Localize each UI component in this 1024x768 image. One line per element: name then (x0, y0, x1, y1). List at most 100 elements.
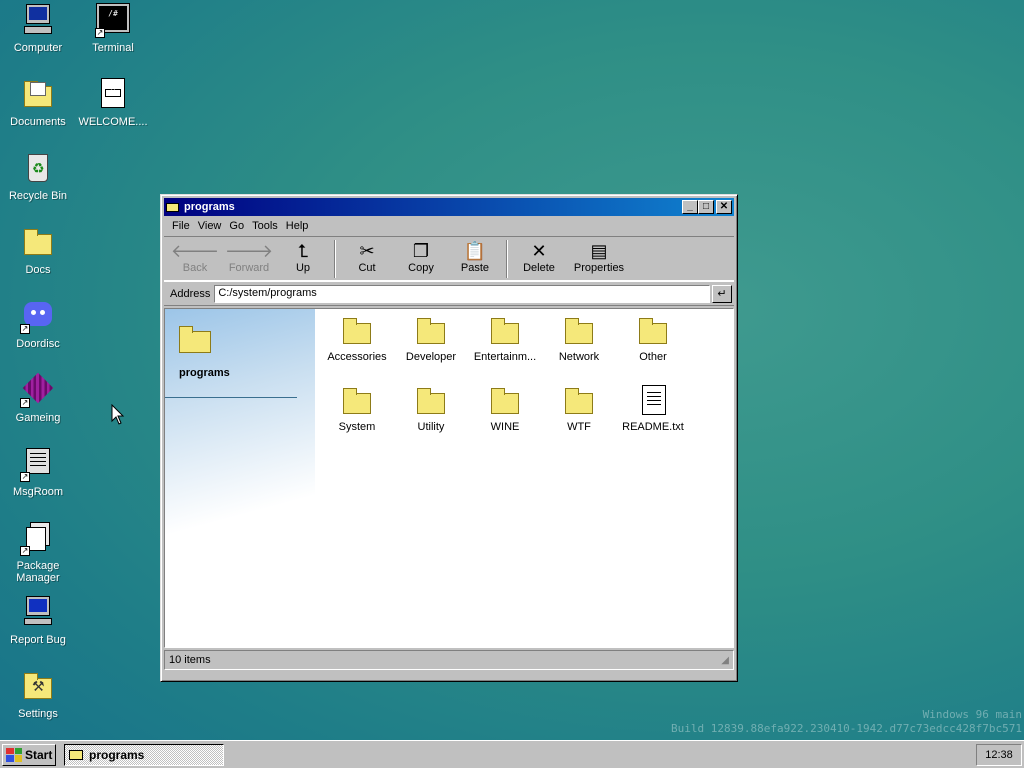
desktop-icon-msgroom[interactable]: ↗ MsgRoom (0, 448, 76, 498)
clock[interactable]: 12:38 (976, 743, 1022, 766)
divider (165, 397, 297, 398)
package-icon: ↗ (20, 522, 54, 556)
task-label: programs (89, 747, 145, 762)
taskbar-window-button[interactable]: programs (64, 743, 224, 766)
arrow-left-icon: 🡐 (170, 241, 220, 261)
folder-up-icon: ⮤ (297, 241, 309, 261)
toolbar-separator (506, 240, 508, 278)
folder-icon (415, 385, 447, 415)
taskbar: Start programs 12:38 (0, 740, 1024, 768)
folder-item[interactable]: Entertainm... (468, 315, 542, 363)
start-label: Start (25, 747, 53, 762)
terminal-icon: /# ↗ (95, 3, 130, 38)
address-input[interactable]: C:/system/programs (214, 284, 710, 303)
window-title: programs (184, 201, 235, 213)
minimize-button[interactable]: _ (682, 200, 698, 214)
folder-info-panel: programs (165, 309, 315, 647)
folder-icon (22, 226, 54, 258)
desktop-icon-package-manager[interactable]: ↗ Package Manager (0, 522, 76, 584)
desktop-icon-gameing[interactable]: ↗ Gameing (0, 372, 76, 424)
folder-icon (341, 385, 373, 415)
desktop-icon-label: Package Manager (16, 560, 60, 584)
desktop-icon-label: Computer (13, 42, 63, 54)
menu-go[interactable]: Go (225, 220, 248, 232)
paste-icon: 📋 (463, 241, 487, 261)
settings-icon: ⚒ (22, 670, 54, 702)
mouse-cursor-icon (111, 404, 125, 425)
file-view[interactable]: programs Accessories Developer Entertain… (164, 308, 734, 648)
folder-icon (563, 385, 595, 415)
documents-folder-icon (22, 78, 54, 110)
window-titlebar[interactable]: programs _ □ ✕ (164, 198, 734, 216)
folder-item[interactable]: WTF (542, 385, 616, 433)
delete-button[interactable]: ✕ Delete (512, 240, 566, 274)
desktop-icon-terminal[interactable]: /# ↗ Terminal (75, 3, 151, 54)
properties-button[interactable]: ▤ Properties (566, 240, 632, 274)
desktop-icon-documents[interactable]: Documents (0, 78, 76, 128)
desktop-icon-label: Report Bug (10, 634, 66, 646)
cut-button[interactable]: ✂ Cut (340, 240, 394, 274)
doordisc-icon: ↗ (20, 300, 54, 334)
desktop-icon-recycle-bin[interactable]: ♻ Recycle Bin (0, 152, 76, 202)
menu-help[interactable]: Help (282, 220, 313, 232)
scissors-icon: ✂ (359, 241, 375, 261)
desktop-icon-doordisc[interactable]: ↗ Doordisc (0, 300, 76, 350)
folder-icon (69, 749, 85, 761)
file-label: Utility (417, 421, 445, 433)
desktop-icon-welcome[interactable]: M WELCOME.... (75, 78, 151, 128)
back-button[interactable]: 🡐 Back (168, 240, 222, 274)
desktop-icon-docs[interactable]: Docs (0, 226, 76, 276)
explorer-window[interactable]: programs _ □ ✕ File View Go Tools Help 🡐… (160, 194, 738, 682)
desktop-icon-report-bug[interactable]: Report Bug (0, 596, 76, 646)
file-label: Other (639, 351, 667, 363)
folder-item[interactable]: Accessories (320, 315, 394, 363)
menu-tools[interactable]: Tools (248, 220, 282, 232)
folder-icon (489, 385, 521, 415)
copy-button[interactable]: ❐ Copy (394, 240, 448, 274)
copy-icon: ❐ (412, 241, 430, 261)
file-item[interactable]: README.txt (616, 385, 690, 433)
folder-item[interactable]: Other (616, 315, 690, 363)
desktop-icon-settings[interactable]: ⚒ Settings (0, 670, 76, 720)
file-label: Network (558, 351, 600, 363)
desktop-icon-label: WELCOME.... (78, 116, 148, 128)
file-label: System (338, 421, 376, 433)
desktop-icon-label: Doordisc (16, 338, 60, 350)
menu-file[interactable]: File (168, 220, 194, 232)
file-label: WTF (567, 421, 591, 433)
menu-bar: File View Go Tools Help (164, 216, 734, 236)
file-label: README.txt (622, 421, 684, 433)
start-button[interactable]: Start (2, 743, 56, 766)
properties-icon: ▤ (590, 241, 608, 261)
chat-icon: ↗ (20, 448, 54, 482)
desktop-icon-label: Gameing (15, 412, 61, 424)
markdown-file-icon: M (97, 78, 129, 110)
menu-view[interactable]: View (194, 220, 226, 232)
up-button[interactable]: ⮤ Up (276, 240, 330, 274)
close-button[interactable]: ✕ (716, 200, 732, 214)
folder-item[interactable]: Utility (394, 385, 468, 433)
status-bar: 10 items ◢ (164, 650, 734, 670)
arrow-right-icon: 🡒 (224, 241, 274, 261)
forward-button[interactable]: 🡒 Forward (222, 240, 276, 274)
folder-icon (415, 315, 447, 345)
resize-grip-icon[interactable]: ◢ (721, 655, 729, 666)
folder-item[interactable]: System (320, 385, 394, 433)
folder-icon (341, 315, 373, 345)
toolbar-separator (334, 240, 336, 278)
desktop-icon-computer[interactable]: Computer (0, 4, 76, 54)
desktop-icon-label: Docs (25, 264, 51, 276)
recycle-bin-icon: ♻ (22, 152, 54, 184)
desktop-icon-label: MsgRoom (12, 486, 64, 498)
folder-item[interactable]: Network (542, 315, 616, 363)
go-button[interactable]: ↵ (712, 284, 732, 303)
folder-icon (563, 315, 595, 345)
maximize-button[interactable]: □ (698, 200, 714, 214)
folder-item[interactable]: WINE (468, 385, 542, 433)
delete-x-icon: ✕ (531, 241, 547, 261)
toolbar: 🡐 Back 🡒 Forward ⮤ Up ✂ Cut ❐ Copy 📋 Pas… (164, 236, 734, 282)
folder-heading: programs (179, 367, 230, 379)
folder-item[interactable]: Developer (394, 315, 468, 363)
folder-icon (637, 315, 669, 345)
paste-button[interactable]: 📋 Paste (448, 240, 502, 274)
